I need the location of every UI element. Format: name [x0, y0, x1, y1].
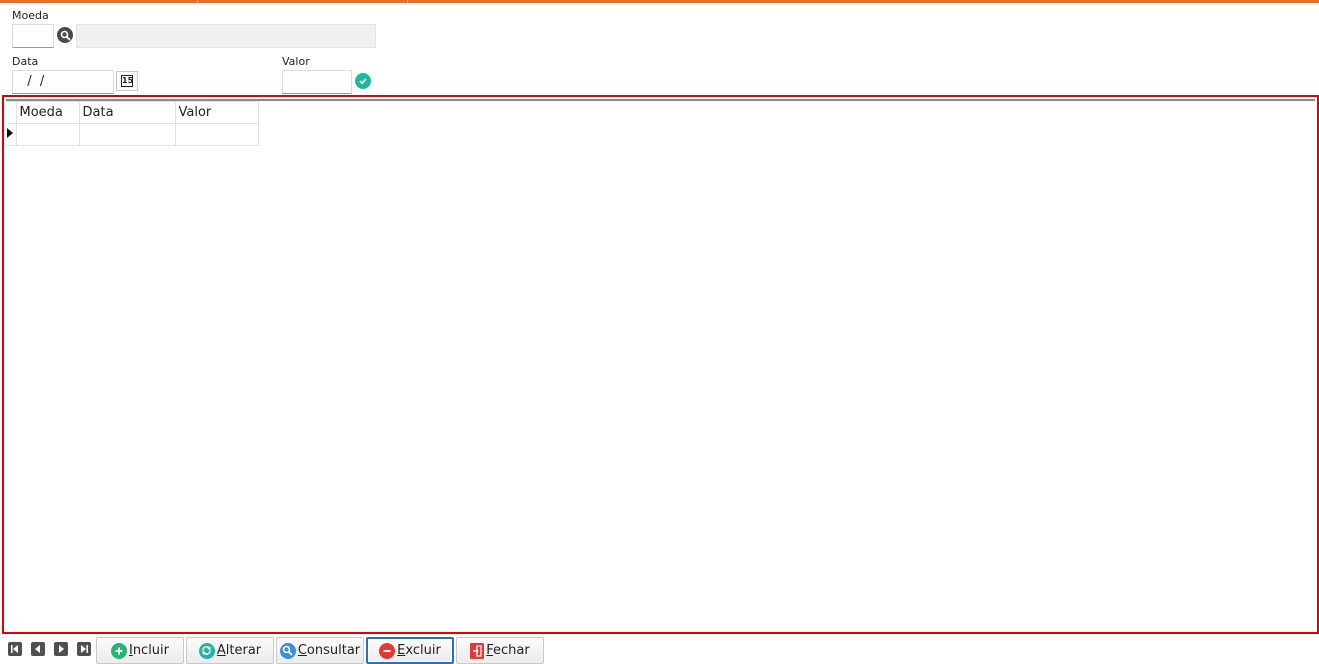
fechar-button[interactable]: Fechar: [456, 637, 544, 664]
refresh-icon: [198, 642, 215, 659]
table-header-row: Moeda Data Valor: [6, 101, 259, 124]
moeda-label: Moeda: [12, 9, 49, 22]
incluir-label: Incluir: [128, 643, 170, 658]
top-bar-separator: [197, 0, 198, 3]
data-label: Data: [12, 55, 39, 68]
column-header-moeda[interactable]: Moeda: [15, 101, 80, 124]
column-header-data[interactable]: Data: [78, 101, 176, 124]
calendar-icon: 15: [121, 75, 134, 87]
top-accent-bar: [0, 0, 1319, 3]
consultar-button[interactable]: Consultar: [276, 637, 364, 664]
records-grid[interactable]: Moeda Data Valor: [2, 95, 1319, 634]
top-bar-separator: [407, 0, 408, 3]
first-record-icon[interactable]: [8, 642, 22, 656]
column-header-valor[interactable]: Valor: [174, 101, 259, 124]
alterar-button[interactable]: Alterar: [186, 637, 274, 664]
excluir-button[interactable]: Excluir: [366, 637, 454, 664]
excluir-label: Excluir: [397, 643, 441, 658]
cell-moeda[interactable]: [15, 123, 80, 146]
incluir-button[interactable]: Incluir: [96, 637, 184, 664]
magnifier-icon: [279, 642, 296, 659]
data-date-input[interactable]: / /: [12, 70, 114, 94]
check-circle-icon[interactable]: [355, 73, 371, 89]
last-record-icon[interactable]: [77, 642, 91, 656]
alterar-label: Alterar: [216, 643, 262, 658]
fechar-label: Fechar: [486, 643, 530, 658]
valor-label: Valor: [282, 55, 310, 68]
current-row-indicator-icon: [6, 123, 17, 146]
row-indicator-header: [6, 101, 17, 124]
cell-data[interactable]: [78, 123, 176, 146]
consultar-label: Consultar: [297, 643, 361, 658]
previous-record-icon[interactable]: [31, 642, 45, 656]
moeda-description-field: [76, 24, 376, 48]
cell-valor[interactable]: [174, 123, 259, 146]
search-icon[interactable]: [57, 27, 73, 43]
records-table: Moeda Data Valor: [6, 101, 259, 146]
exit-door-icon: [470, 642, 485, 659]
valor-input[interactable]: [282, 70, 352, 94]
minus-icon: [379, 642, 396, 659]
calendar-button[interactable]: 15: [116, 71, 138, 91]
plus-icon: [110, 642, 127, 659]
next-record-icon[interactable]: [54, 642, 68, 656]
moeda-code-input[interactable]: [12, 24, 54, 48]
table-row[interactable]: [6, 123, 259, 146]
